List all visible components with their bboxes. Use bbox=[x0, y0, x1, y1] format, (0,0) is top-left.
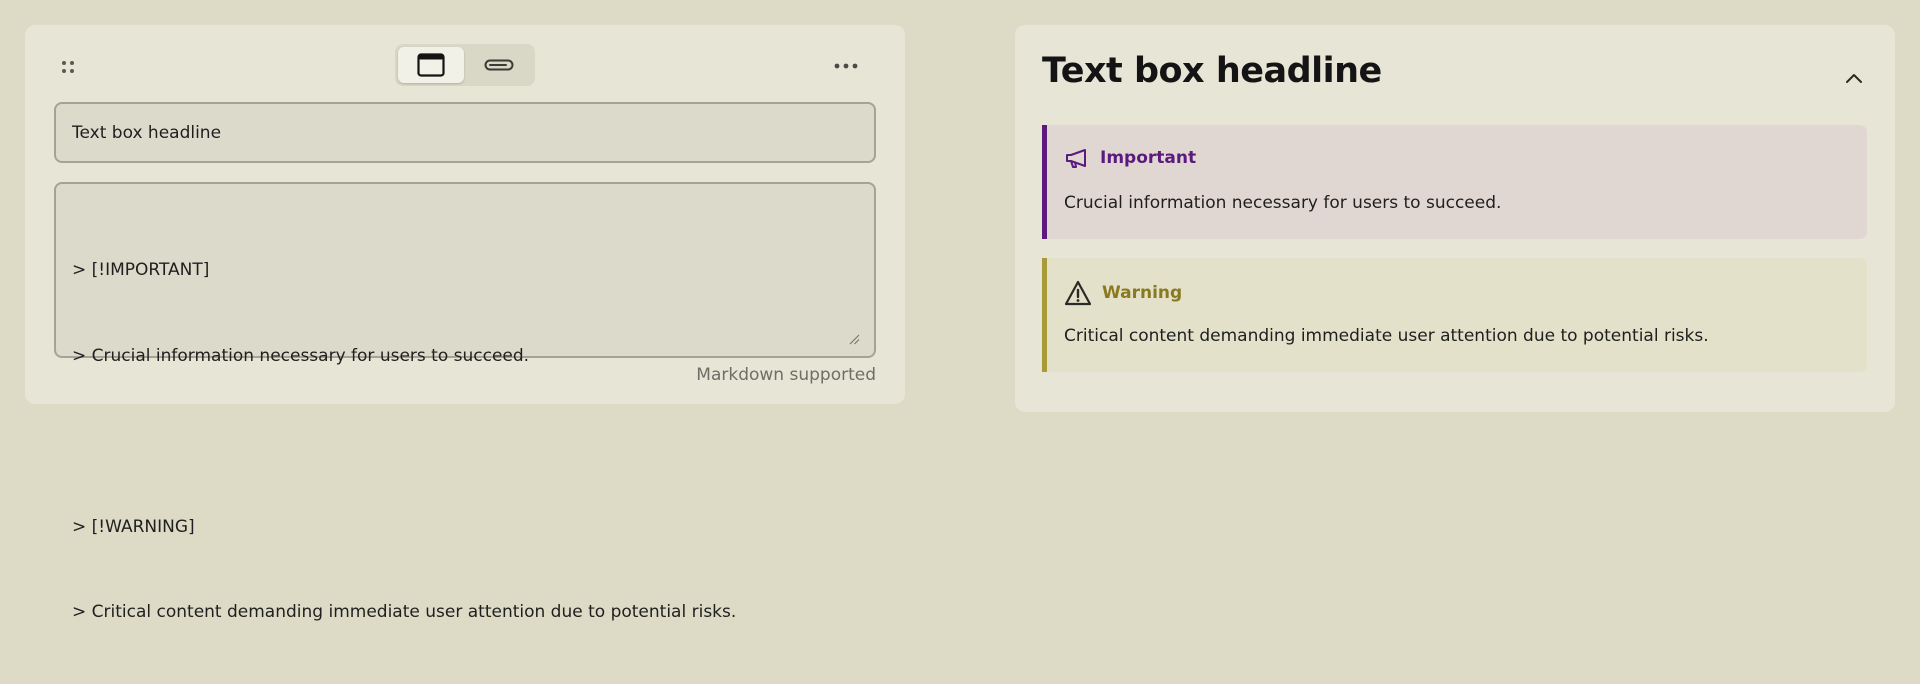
callout-warning: Warning Critical content demanding immed… bbox=[1042, 258, 1867, 372]
chevron-up-icon bbox=[1845, 73, 1863, 84]
callout-header: Important bbox=[1064, 147, 1196, 169]
inline-bar-icon bbox=[484, 58, 514, 72]
preview-card: Text box headline Important Crucial info… bbox=[1015, 25, 1895, 412]
markdown-textarea[interactable]: > [!IMPORTANT] > Crucial information nec… bbox=[54, 182, 876, 622]
markdown-line: > Critical content demanding immediate u… bbox=[72, 602, 737, 622]
drag-handle-icon[interactable] bbox=[57, 56, 79, 78]
headline-input[interactable] bbox=[54, 102, 876, 163]
resize-grip-icon[interactable] bbox=[848, 330, 860, 345]
markdown-line: > [!IMPORTANT] bbox=[72, 260, 210, 280]
markdown-hint: Markdown supported bbox=[696, 365, 876, 385]
view-mode-toggle bbox=[395, 44, 535, 86]
markdown-content[interactable]: > [!IMPORTANT] > Crucial information nec… bbox=[72, 199, 858, 684]
window-icon bbox=[417, 53, 445, 77]
callout-label: Important bbox=[1100, 148, 1197, 168]
warning-triangle-icon bbox=[1064, 280, 1092, 306]
callout-label: Warning bbox=[1102, 283, 1183, 303]
callout-header: Warning bbox=[1064, 280, 1182, 306]
markdown-line bbox=[72, 427, 858, 456]
preview-title: Text box headline bbox=[1042, 51, 1382, 91]
more-horizontal-icon bbox=[834, 63, 858, 69]
card-view-button[interactable] bbox=[398, 47, 464, 83]
callout-important: Important Crucial information necessary … bbox=[1042, 125, 1867, 239]
more-options-button[interactable] bbox=[829, 54, 863, 78]
collapse-button[interactable] bbox=[1839, 63, 1869, 93]
megaphone-icon bbox=[1064, 147, 1090, 169]
callout-text: Crucial information necessary for users … bbox=[1064, 193, 1502, 213]
markdown-line: > [!WARNING] bbox=[72, 516, 195, 537]
callout-text: Critical content demanding immediate use… bbox=[1064, 326, 1709, 346]
editor-card: > [!IMPORTANT] > Crucial information nec… bbox=[25, 25, 905, 622]
inline-view-button[interactable] bbox=[466, 47, 532, 83]
